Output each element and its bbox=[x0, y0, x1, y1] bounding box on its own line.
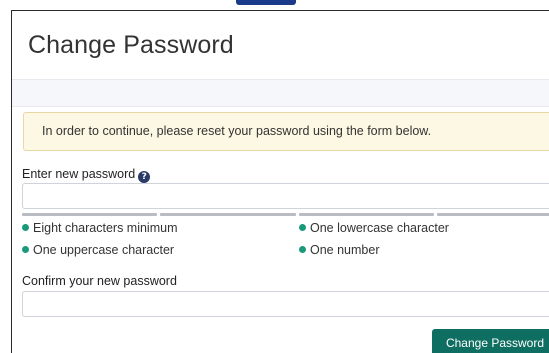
confirm-password-input[interactable] bbox=[22, 291, 549, 317]
new-password-input[interactable] bbox=[22, 183, 549, 209]
requirement-dot-icon bbox=[299, 246, 306, 253]
change-password-button[interactable]: Change Password bbox=[432, 329, 549, 353]
requirement-text: One lowercase character bbox=[310, 221, 449, 235]
new-password-label: Enter new password? bbox=[22, 167, 151, 183]
confirm-password-label: Confirm your new password bbox=[22, 274, 177, 288]
top-accent-bar bbox=[236, 0, 296, 5]
question-circle-icon[interactable]: ? bbox=[138, 171, 151, 183]
new-password-label-text: Enter new password bbox=[22, 167, 136, 181]
change-password-card: Change Password In order to continue, pl… bbox=[11, 10, 549, 353]
strength-segment bbox=[22, 213, 158, 216]
requirement-dot-icon bbox=[299, 224, 306, 231]
requirement-lowercase: One lowercase character bbox=[299, 221, 449, 235]
requirement-uppercase: One uppercase character bbox=[22, 243, 174, 257]
requirement-text: Eight characters minimum bbox=[33, 221, 178, 235]
strength-segment bbox=[160, 213, 296, 216]
requirement-eight-characters: Eight characters minimum bbox=[22, 221, 178, 235]
strength-segment bbox=[436, 213, 549, 216]
requirement-text: One number bbox=[310, 243, 380, 257]
requirement-number: One number bbox=[299, 243, 379, 257]
notice-alert: In order to continue, please reset your … bbox=[23, 112, 549, 151]
header-divider-band bbox=[12, 79, 549, 107]
page-title: Change Password bbox=[28, 31, 234, 59]
requirement-text: One uppercase character bbox=[33, 243, 175, 257]
page: Change Password In order to continue, pl… bbox=[0, 0, 549, 353]
password-strength-meter bbox=[22, 213, 549, 217]
strength-segment bbox=[298, 213, 434, 216]
requirement-dot-icon bbox=[22, 224, 29, 231]
requirement-dot-icon bbox=[22, 246, 29, 253]
